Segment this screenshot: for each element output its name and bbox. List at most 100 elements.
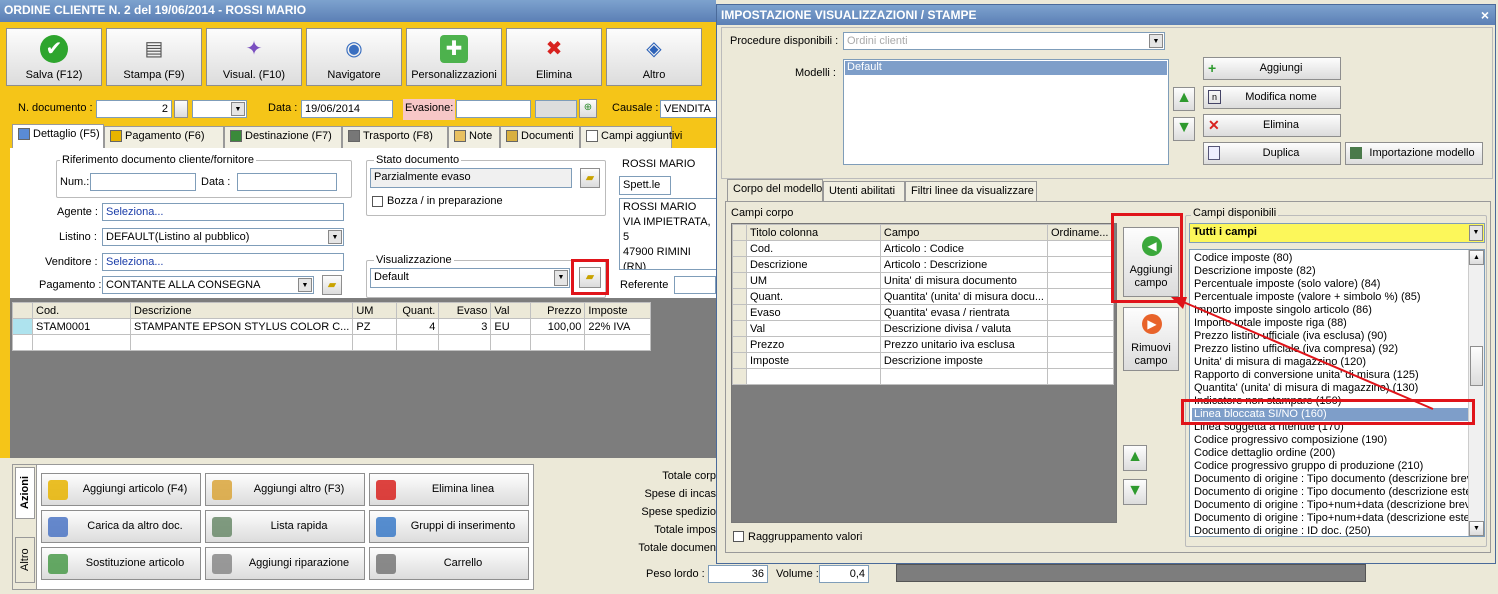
grid-cell[interactable]: Cod. (745, 240, 881, 257)
bozza-checkbox[interactable] (372, 196, 383, 207)
data-input[interactable]: 19/06/2014 (301, 100, 393, 118)
list-item[interactable]: Documento di origine : ID doc. (250) (1192, 525, 1468, 536)
agente-select[interactable]: Seleziona... (102, 203, 344, 221)
spett-select[interactable]: Spett.le (619, 176, 671, 195)
list-item[interactable]: Codice progressivo composizione (190) (1192, 434, 1468, 447)
table-row[interactable]: STAM0001 STAMPANTE EPSON STYLUS COLOR C..… (12, 318, 652, 335)
rif-num-input[interactable] (90, 173, 196, 191)
table-row[interactable]: Prezzo Prezzo unitario iva esclusa (732, 336, 1114, 353)
grid-cell[interactable] (1047, 256, 1114, 273)
pagamento-select[interactable]: CONTANTE ALLA CONSEGNA ▼ (102, 276, 314, 294)
grid-cell[interactable]: STAMPANTE EPSON STYLUS COLOR C... (129, 318, 354, 335)
campi-filter-select[interactable]: Tutti i campi ▼ (1189, 223, 1485, 243)
tab-4[interactable]: Note (448, 126, 500, 148)
aggiungi-button[interactable]: + Aggiungi (1203, 57, 1341, 80)
list-item[interactable]: Documento di origine : Tipo+num+data (de… (1192, 512, 1468, 525)
action-button-5[interactable]: Gruppi di inserimento (369, 510, 529, 543)
importazione-modello-button[interactable]: Importazione modello (1345, 142, 1483, 165)
tab-altro[interactable]: Altro (15, 537, 35, 583)
grid-cell[interactable]: Prezzo unitario iva esclusa (879, 336, 1049, 353)
grid-cell[interactable] (1047, 320, 1114, 337)
toolbar-button-6[interactable]: ◈ Altro (606, 28, 702, 86)
elimina-modello-button[interactable]: ✕ Elimina (1203, 114, 1341, 137)
listino-select[interactable]: DEFAULT(Listino al pubblico) ▼ (102, 228, 344, 246)
list-item[interactable]: Codice dettaglio ordine (200) (1192, 447, 1468, 460)
action-button-4[interactable]: Lista rapida (205, 510, 365, 543)
toolbar-button-2[interactable]: ✦ Visual. (F10) (206, 28, 302, 86)
search-icon[interactable]: ⊕ (579, 99, 597, 118)
grid-cell[interactable] (1047, 336, 1114, 353)
peso-input[interactable]: 36 (708, 565, 768, 583)
grid-cell[interactable]: Imposte (745, 352, 881, 369)
grid-cell[interactable]: Evaso (745, 304, 881, 321)
table-row[interactable]: Descrizione Articolo : Descrizione (732, 256, 1114, 273)
tab-6[interactable]: Campi aggiuntivi (580, 126, 682, 148)
table-row[interactable]: Val Descrizione divisa / valuta (732, 320, 1114, 337)
ndoc-spin-button[interactable] (174, 100, 188, 118)
raggruppamento-checkbox[interactable] (733, 531, 744, 542)
scroll-thumb[interactable] (1470, 346, 1483, 386)
causale-input[interactable]: VENDITA (660, 100, 720, 118)
table-row[interactable] (12, 334, 652, 351)
action-button-3[interactable]: Carica da altro doc. (41, 510, 201, 543)
grid-cell[interactable]: Articolo : Descrizione (879, 256, 1049, 273)
procedure-select[interactable]: Ordini clienti ▼ (843, 32, 1165, 50)
tab-5[interactable]: Documenti (500, 126, 580, 148)
modelli-item[interactable]: Default (845, 61, 1167, 75)
arrow-up-icon[interactable]: ▲ (1173, 87, 1195, 111)
grid-cell[interactable]: Val (745, 320, 881, 337)
grid-cell[interactable]: Descrizione divisa / valuta (879, 320, 1049, 337)
grid-cell[interactable]: EU (490, 318, 532, 335)
grid-cell[interactable] (1047, 272, 1114, 289)
rif-data-input[interactable] (237, 173, 337, 191)
grid-cell[interactable] (1047, 240, 1114, 257)
tab-2[interactable]: Destinazione (F7) (224, 126, 342, 148)
dialog-tab-1[interactable]: Utenti abilitati (823, 181, 905, 203)
grid-header[interactable]: Imposte (584, 302, 652, 319)
articles-grid[interactable]: Cod. Descrizione UM Quant. Evaso Val Prezzo Imp… (12, 302, 652, 351)
grid-cell[interactable]: Descrizione imposte (879, 352, 1049, 369)
action-button-1[interactable]: Aggiungi altro (F3) (205, 473, 365, 506)
table-row[interactable]: Quant. Quantita' (unita' di misura docu..… (732, 288, 1114, 305)
cliente-address[interactable]: ROSSI MARIO VIA IMPIETRATA, 5 47900 RIMI… (619, 198, 719, 270)
corpo-grid[interactable]: Titolo colonna Campo Ordiname... Cod. Artico… (732, 224, 1114, 385)
grid-header[interactable]: Ordiname... (1047, 224, 1114, 241)
ndoc-input[interactable]: 2 (96, 100, 172, 118)
toolbar-button-0[interactable]: ✔ Salva (F12) (6, 28, 102, 86)
arrow-down-icon[interactable]: ▼ (1123, 479, 1147, 505)
grid-header[interactable]: Descrizione (129, 302, 354, 319)
grid-cell[interactable]: 22% IVA (584, 318, 652, 335)
modifica-nome-button[interactable]: n Modifica nome (1203, 86, 1341, 109)
volume-input[interactable]: 0,4 (819, 565, 869, 583)
table-row[interactable]: UM Unita' di misura documento (732, 272, 1114, 289)
visualizzazione-select[interactable]: Default ▼ (370, 268, 570, 288)
referente-input[interactable] (674, 276, 716, 294)
grid-cell[interactable]: Descrizione (745, 256, 881, 273)
grid-header[interactable]: Val (490, 302, 532, 319)
grid-cell[interactable] (1047, 304, 1114, 321)
table-row[interactable]: Cod. Articolo : Codice (732, 240, 1114, 257)
table-row[interactable]: Evaso Quantita' evasa / rientrata (732, 304, 1114, 321)
list-item[interactable]: Codice imposte (80) (1192, 252, 1468, 265)
duplica-button[interactable]: Duplica (1203, 142, 1341, 165)
folder-icon[interactable]: ▰ (580, 168, 600, 188)
list-item[interactable]: Documento di origine : Tipo+num+data (de… (1192, 499, 1468, 512)
tab-0[interactable]: Dettaglio (F5) (12, 124, 104, 149)
scroll-up-icon[interactable]: ▲ (1469, 250, 1484, 265)
action-button-8[interactable]: Carrello (369, 547, 529, 580)
arrow-down-icon[interactable]: ▼ (1173, 117, 1195, 141)
grid-header[interactable]: Prezzo (530, 302, 586, 319)
grid-cell[interactable]: 4 (396, 318, 440, 335)
action-button-6[interactable]: Sostituzione articolo (41, 547, 201, 580)
grid-cell[interactable]: Quantita' evasa / rientrata (879, 304, 1049, 321)
toolbar-button-1[interactable]: ▤ Stampa (F9) (106, 28, 202, 86)
table-row[interactable] (732, 368, 1114, 385)
grid-cell[interactable]: Unita' di misura documento (879, 272, 1049, 289)
toolbar-button-4[interactable]: ✚ Personalizzazioni (406, 28, 502, 86)
close-icon[interactable]: × (1481, 5, 1489, 25)
grid-cell[interactable]: Quantita' (unita' di misura docu... (879, 288, 1049, 305)
toolbar-button-5[interactable]: ✖ Elimina (506, 28, 602, 86)
grid-cell[interactable]: Articolo : Codice (879, 240, 1049, 257)
grid-header[interactable]: Cod. (32, 302, 131, 319)
list-item[interactable]: Documento di origine : Tipo documento (d… (1192, 473, 1468, 486)
